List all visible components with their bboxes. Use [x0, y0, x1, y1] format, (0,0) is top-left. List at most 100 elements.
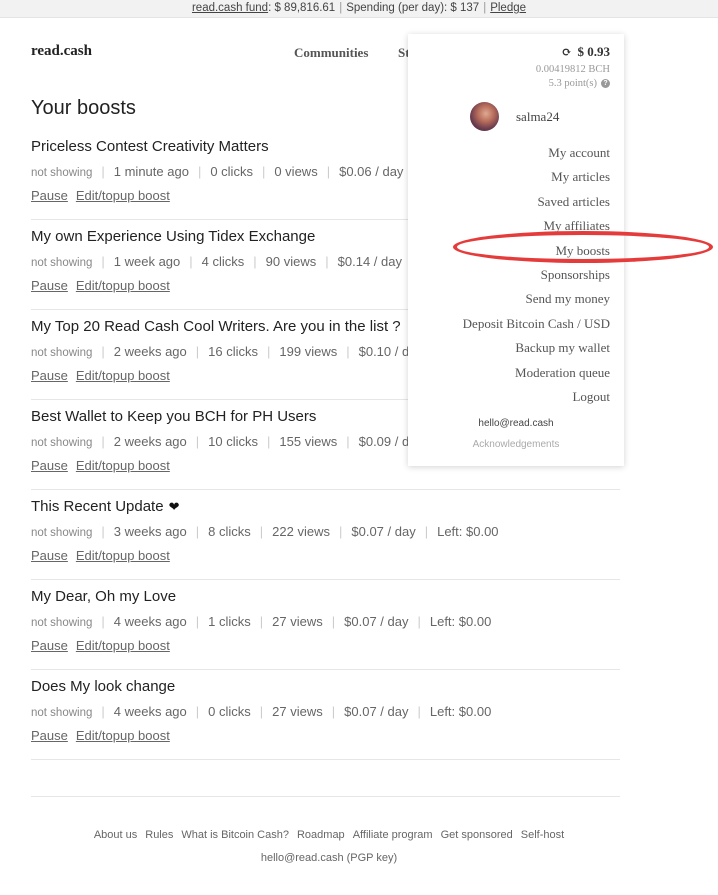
nav-communities[interactable]: Communities: [294, 45, 368, 61]
boost-meta: not showing | 2 weeks ago | 10 clicks | 155 vi…: [31, 434, 423, 449]
meta-separator: |: [259, 614, 264, 629]
menu-item-my-articles[interactable]: My articles: [463, 165, 610, 189]
pause-link[interactable]: Pause: [31, 638, 68, 653]
boost-meta: not showing | 3 weeks ago | 8 clicks | 222 vie…: [31, 524, 499, 539]
menu-item-my-boosts[interactable]: My boosts: [463, 239, 610, 263]
footer-link-rules[interactable]: Rules: [145, 829, 173, 841]
boost-age: 3 weeks ago: [113, 524, 187, 539]
pause-link[interactable]: Pause: [31, 368, 68, 383]
wallet-balance[interactable]: ⟳ $ 0.93: [561, 44, 610, 60]
boost-status: not showing: [31, 707, 93, 719]
pgp-key-link[interactable]: (PGP key): [347, 852, 398, 864]
boost-title[interactable]: Does My look change: [31, 678, 175, 695]
boost-views: 155 views: [279, 434, 338, 449]
boost-title-text[interactable]: Does My look change: [31, 678, 175, 695]
pause-link[interactable]: Pause: [31, 188, 68, 203]
menu-item-my-affiliates[interactable]: My affiliates: [463, 214, 610, 238]
footer-link-about-us[interactable]: About us: [94, 829, 137, 841]
menu-item-logout[interactable]: Logout: [463, 385, 610, 409]
pause-link[interactable]: Pause: [31, 278, 68, 293]
boost-status: not showing: [31, 347, 93, 359]
meta-separator: |: [267, 344, 271, 359]
boost-actions: Pause Edit/topup boost: [31, 728, 178, 743]
meta-separator: |: [267, 434, 271, 449]
help-icon[interactable]: ?: [601, 79, 610, 88]
boost-views: 27 views: [272, 704, 323, 719]
boost-rate: $0.07 / day: [344, 614, 409, 629]
meta-separator: |: [195, 614, 200, 629]
edit-topup-link[interactable]: Edit/topup boost: [76, 368, 170, 383]
menu-item-backup-my-wallet[interactable]: Backup my wallet: [463, 336, 610, 360]
bch-balance: 0.00419812 BCH: [535, 64, 610, 75]
meta-separator: |: [195, 704, 200, 719]
meta-separator: |: [331, 704, 336, 719]
edit-topup-link[interactable]: Edit/topup boost: [76, 188, 170, 203]
footer-link-self-host[interactable]: Self-host: [521, 829, 564, 841]
boost-title-text[interactable]: This Recent Update: [31, 498, 164, 515]
boost-actions: Pause Edit/topup boost: [31, 368, 178, 383]
site-logo[interactable]: read.cash: [31, 43, 92, 60]
menu-item-moderation-queue[interactable]: Moderation queue: [463, 361, 610, 385]
boost-title[interactable]: Best Wallet to Keep you BCH for PH Users: [31, 408, 316, 425]
boost-title-text[interactable]: Priceless Contest Creativity Matters: [31, 138, 269, 155]
account-dropdown: ⟳ $ 0.93 0.00419812 BCH 5.3 point(s)? sal…: [408, 34, 624, 466]
boost-title[interactable]: This Recent Update ❤: [31, 498, 179, 515]
footer-email[interactable]: hello@read.cash: [261, 852, 344, 864]
pause-link[interactable]: Pause: [31, 458, 68, 473]
boost-clicks: 4 clicks: [201, 254, 245, 269]
boost-meta: not showing | 4 weeks ago | 0 clicks | 27 view…: [31, 704, 491, 719]
meta-separator: |: [101, 344, 105, 359]
meta-separator: |: [338, 524, 343, 539]
menu-item-saved-articles[interactable]: Saved articles: [463, 190, 610, 214]
boost-title[interactable]: My Dear, Oh my Love: [31, 588, 176, 605]
menu-item-my-account[interactable]: My account: [463, 141, 610, 165]
boost-clicks: 0 clicks: [208, 704, 251, 719]
meta-separator: |: [195, 434, 200, 449]
acknowledgements-link[interactable]: Acknowledgements: [408, 439, 624, 450]
pledge-link[interactable]: Pledge: [490, 2, 526, 14]
boost-status: not showing: [31, 257, 93, 269]
menu-item-sponsorships[interactable]: Sponsorships: [463, 263, 610, 287]
meta-separator: |: [417, 704, 421, 719]
boost-age: 4 weeks ago: [113, 704, 187, 719]
dropdown-email[interactable]: hello@read.cash: [408, 418, 624, 429]
edit-topup-link[interactable]: Edit/topup boost: [76, 548, 170, 563]
boost-title-text[interactable]: My Dear, Oh my Love: [31, 588, 176, 605]
edit-topup-link[interactable]: Edit/topup boost: [76, 278, 170, 293]
meta-separator: |: [195, 344, 200, 359]
edit-topup-link[interactable]: Edit/topup boost: [76, 458, 170, 473]
boost-actions: Pause Edit/topup boost: [31, 638, 178, 653]
meta-separator: |: [101, 614, 105, 629]
boost-status: not showing: [31, 617, 93, 629]
meta-separator: |: [259, 704, 264, 719]
heart-icon: ❤: [168, 499, 180, 514]
boost-title[interactable]: Priceless Contest Creativity Matters: [31, 138, 269, 155]
boost-title[interactable]: My Top 20 Read Cash Cool Writers. Are yo…: [31, 318, 401, 335]
footer-link-what-is-bitcoin-cash[interactable]: What is Bitcoin Cash?: [181, 829, 289, 841]
meta-separator: |: [259, 524, 264, 539]
account-menu: My account My articles Saved articles My af…: [463, 141, 610, 409]
pause-link[interactable]: Pause: [31, 728, 68, 743]
footer-link-affiliate-program[interactable]: Affiliate program: [353, 829, 433, 841]
boost-title-text[interactable]: Best Wallet to Keep you BCH for PH Users: [31, 408, 316, 425]
footer-links: About us Rules What is Bitcoin Cash? Roadma…: [0, 829, 658, 841]
footer-link-roadmap[interactable]: Roadmap: [297, 829, 345, 841]
boost-actions: Pause Edit/topup boost: [31, 458, 178, 473]
boost-title-text[interactable]: My own Experience Using Tidex Exchange: [31, 228, 315, 245]
fund-link[interactable]: read.cash fund: [192, 2, 268, 14]
boost-title-text[interactable]: My Top 20 Read Cash Cool Writers. Are yo…: [31, 318, 401, 335]
footer-link-get-sponsored[interactable]: Get sponsored: [441, 829, 513, 841]
username[interactable]: salma24: [516, 109, 559, 125]
pause-link[interactable]: Pause: [31, 548, 68, 563]
edit-topup-link[interactable]: Edit/topup boost: [76, 638, 170, 653]
refresh-icon[interactable]: ⟳: [561, 45, 571, 60]
avatar[interactable]: [470, 102, 499, 131]
menu-item-send-my-money[interactable]: Send my money: [463, 287, 611, 311]
boost-views: 222 views: [272, 524, 330, 539]
menu-item-deposit-bitcoin-cash-usd[interactable]: Deposit Bitcoin Cash / USD: [463, 312, 610, 336]
boost-views: 0 views: [274, 164, 318, 179]
boost-age: 2 weeks ago: [113, 434, 187, 449]
boost-title[interactable]: My own Experience Using Tidex Exchange: [31, 228, 315, 245]
meta-separator: |: [417, 614, 421, 629]
edit-topup-link[interactable]: Edit/topup boost: [76, 728, 170, 743]
